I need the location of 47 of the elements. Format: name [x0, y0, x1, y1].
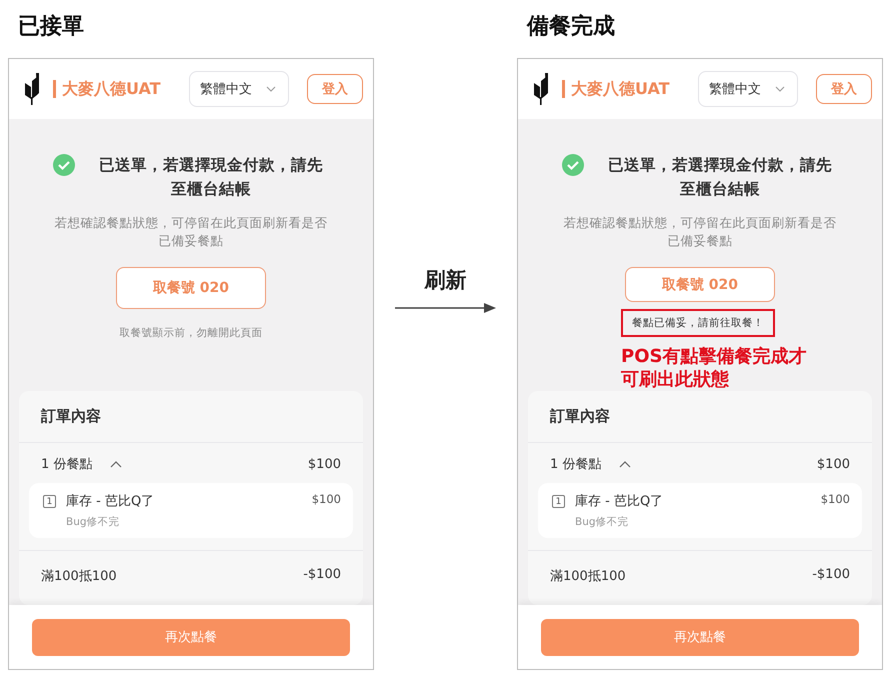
- panel-heading: 已接單: [18, 13, 85, 41]
- chevron-down-icon: [266, 86, 276, 92]
- brand-name: 大麥八德UAT: [571, 78, 670, 100]
- quantity-badge: 1: [552, 495, 565, 508]
- status-description: 若想確認餐點狀態，可停留在此頁面刷新看是否已備妥餐點: [562, 214, 838, 250]
- discount-amount: -$100: [303, 567, 341, 584]
- panel-heading: 備餐完成: [527, 13, 616, 41]
- item-price: $100: [312, 492, 341, 506]
- subtotal-amount: $100: [308, 456, 341, 472]
- check-circle-icon: [562, 154, 584, 176]
- status-title: 已送單，若選擇現金付款，請先至櫃台結帳: [607, 155, 833, 200]
- language-select[interactable]: 繁體中文: [189, 71, 289, 107]
- chevron-up-icon[interactable]: [110, 460, 122, 468]
- subtotal-amount: $100: [816, 456, 850, 472]
- discount-label: 滿100抵100: [550, 568, 626, 585]
- brand-name: 大麥八德UAT: [62, 78, 161, 100]
- item-name: 庫存 - 芭比Q了: [66, 493, 154, 510]
- leaf-logo-icon: [25, 73, 41, 105]
- discount-amount: -$100: [812, 567, 850, 584]
- status-title: 已送單，若選擇現金付款，請先至櫃台結帳: [98, 155, 324, 200]
- hint-text: 取餐號顯示前，勿離開此頁面: [120, 326, 262, 340]
- item-note: Bug修不完: [575, 515, 630, 529]
- item-name: 庫存 - 芭比Q了: [575, 493, 664, 510]
- quantity-badge: 1: [43, 495, 56, 508]
- order-again-button[interactable]: 再次點餐: [32, 618, 350, 656]
- login-button[interactable]: 登入: [307, 74, 363, 104]
- discount-label: 滿100抵100: [41, 568, 117, 585]
- annotation-text: POS有點擊備餐完成才可刷出此狀態: [621, 345, 808, 391]
- item-price: $100: [820, 492, 850, 506]
- pickup-number-button[interactable]: 取餐號 020: [625, 267, 775, 302]
- chevron-down-icon: [775, 86, 785, 92]
- leaf-logo-icon: [534, 73, 550, 105]
- order-title: 訂單內容: [19, 391, 363, 443]
- language-select[interactable]: 繁體中文: [698, 71, 798, 107]
- chevron-up-icon[interactable]: [619, 460, 632, 468]
- right-arrow-icon: [394, 302, 496, 314]
- check-circle-icon: [53, 154, 75, 176]
- order-title: 訂單內容: [528, 391, 872, 443]
- status-description: 若想確認餐點狀態，可停留在此頁面刷新看是否已備妥餐點: [54, 214, 328, 250]
- login-button[interactable]: 登入: [816, 74, 872, 104]
- ready-notice: 餐點已備妥，請前往取餐！: [621, 309, 775, 337]
- item-count: 1 份餐點: [550, 456, 602, 473]
- item-count: 1 份餐點: [41, 456, 92, 473]
- order-again-button[interactable]: 再次點餐: [541, 618, 859, 656]
- transition-label: 刷新: [424, 267, 466, 294]
- item-note: Bug修不完: [66, 515, 121, 529]
- pickup-number-button[interactable]: 取餐號 020: [116, 267, 266, 309]
